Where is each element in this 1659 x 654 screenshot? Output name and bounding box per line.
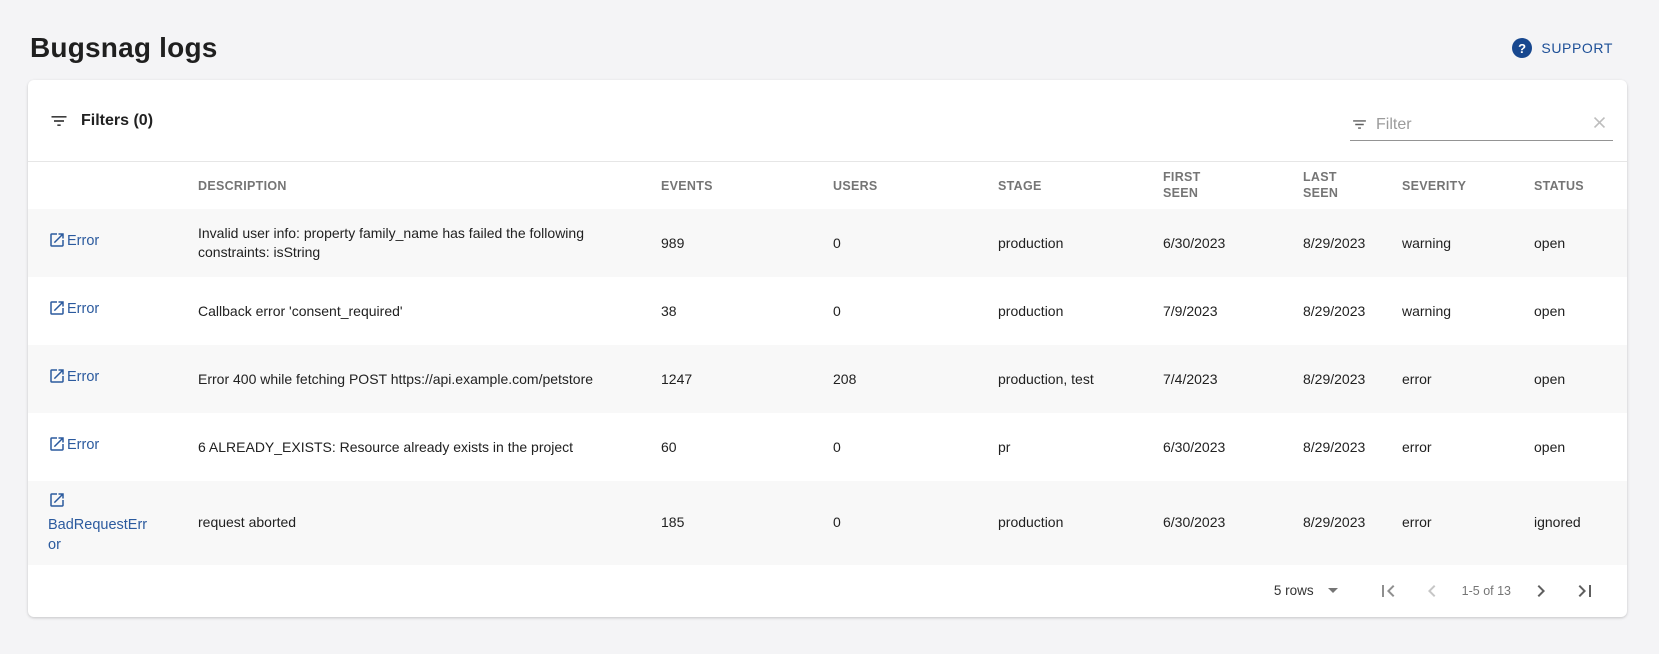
table-row: Error Error 400 while fetching POST http… — [28, 345, 1627, 413]
next-page-button[interactable] — [1519, 569, 1563, 613]
filter-list-icon — [49, 111, 69, 131]
errors-table: DESCRIPTION EVENTS USERS STAGE FIRST SEE… — [28, 162, 1627, 565]
column-header-last-seen: LAST SEEN — [1303, 162, 1402, 209]
filters-toggle[interactable]: Filters (0) — [49, 111, 153, 131]
first-page-button[interactable] — [1366, 569, 1410, 613]
previous-page-button[interactable] — [1410, 569, 1454, 613]
chevron-left-icon — [1420, 579, 1444, 603]
severity-cell: error — [1402, 413, 1534, 481]
stage-cell: pr — [998, 413, 1163, 481]
events-cell: 60 — [661, 413, 833, 481]
first-page-icon — [1376, 579, 1400, 603]
status-cell: ignored — [1534, 481, 1627, 565]
last-seen-cell: 8/29/2023 — [1303, 277, 1402, 345]
bugsnag-logs-page: Bugsnag logs ? SUPPORT Filters (0) — [0, 0, 1659, 654]
status-cell: open — [1534, 413, 1627, 481]
pagination-range: 1-5 of 13 — [1462, 584, 1511, 598]
external-link-icon — [48, 231, 66, 255]
first-seen-cell: 6/30/2023 — [1163, 481, 1303, 565]
last-seen-cell: 8/29/2023 — [1303, 209, 1402, 277]
severity-cell: warning — [1402, 209, 1534, 277]
page-title: Bugsnag logs — [30, 32, 218, 64]
last-seen-cell: 8/29/2023 — [1303, 413, 1402, 481]
help-icon: ? — [1512, 38, 1532, 58]
error-name: Error — [67, 437, 99, 453]
table-footer: 5 rows 1-5 of 13 — [28, 565, 1627, 617]
filter-field — [1350, 101, 1613, 141]
table-header: DESCRIPTION EVENTS USERS STAGE FIRST SEE… — [28, 162, 1627, 209]
description-cell: Invalid user info: property family_name … — [198, 209, 661, 277]
table-row: BadRequestError request aborted 185 0 pr… — [28, 481, 1627, 565]
column-header-name — [28, 162, 198, 209]
stage-cell: production — [998, 481, 1163, 565]
users-cell: 0 — [833, 209, 998, 277]
support-label: SUPPORT — [1541, 40, 1613, 56]
stage-cell: production — [998, 209, 1163, 277]
rows-per-page-select[interactable]: 5 rows — [1274, 583, 1338, 598]
column-header-stage: STAGE — [998, 162, 1163, 209]
chevron-right-icon — [1529, 579, 1553, 603]
users-cell: 0 — [833, 413, 998, 481]
column-header-first-seen: FIRST SEEN — [1163, 162, 1303, 209]
status-cell: open — [1534, 345, 1627, 413]
error-name: Error — [67, 301, 99, 317]
error-link[interactable]: Error — [48, 233, 99, 249]
column-header-events: EVENTS — [661, 162, 833, 209]
description-cell: 6 ALREADY_EXISTS: Resource already exist… — [198, 413, 661, 481]
column-header-description: DESCRIPTION — [198, 162, 661, 209]
first-seen-cell: 6/30/2023 — [1163, 413, 1303, 481]
support-link[interactable]: ? SUPPORT — [1512, 38, 1613, 58]
events-cell: 185 — [661, 481, 833, 565]
external-link-icon — [48, 367, 66, 391]
chevron-down-icon — [1328, 588, 1338, 593]
last-seen-cell: 8/29/2023 — [1303, 345, 1402, 413]
error-name: Error — [67, 369, 99, 385]
top-bar: Bugsnag logs ? SUPPORT — [0, 0, 1659, 72]
users-cell: 0 — [833, 481, 998, 565]
filters-label: Filters (0) — [81, 112, 153, 130]
description-cell: request aborted — [198, 481, 661, 565]
error-name: Error — [67, 233, 99, 249]
last-page-icon — [1573, 579, 1597, 603]
external-link-icon — [48, 435, 66, 459]
column-header-status: STATUS — [1534, 162, 1627, 209]
stage-cell: production — [998, 277, 1163, 345]
clear-filter-icon[interactable] — [1588, 111, 1611, 134]
first-seen-cell: 6/30/2023 — [1163, 209, 1303, 277]
stage-cell: production, test — [998, 345, 1163, 413]
error-link[interactable]: BadRequestError — [48, 493, 147, 553]
table-row: Error Callback error 'consent_required' … — [28, 277, 1627, 345]
description-cell: Callback error 'consent_required' — [198, 277, 661, 345]
description-cell: Error 400 while fetching POST https://ap… — [198, 345, 661, 413]
rows-per-page-label: 5 rows — [1274, 583, 1314, 598]
error-link[interactable]: Error — [48, 301, 99, 317]
status-cell: open — [1534, 209, 1627, 277]
events-cell: 1247 — [661, 345, 833, 413]
table-row: Error Invalid user info: property family… — [28, 209, 1627, 277]
events-cell: 989 — [661, 209, 833, 277]
filter-input[interactable] — [1376, 116, 1546, 136]
column-header-users: USERS — [833, 162, 998, 209]
users-cell: 0 — [833, 277, 998, 345]
severity-cell: error — [1402, 345, 1534, 413]
external-link-icon — [48, 491, 66, 515]
last-page-button[interactable] — [1563, 569, 1607, 613]
error-link[interactable]: Error — [48, 369, 99, 385]
severity-cell: error — [1402, 481, 1534, 565]
logs-card: Filters (0) DESCRIPTION — [28, 80, 1627, 617]
first-seen-cell: 7/9/2023 — [1163, 277, 1303, 345]
external-link-icon — [48, 299, 66, 323]
last-seen-cell: 8/29/2023 — [1303, 481, 1402, 565]
users-cell: 208 — [833, 345, 998, 413]
severity-cell: warning — [1402, 277, 1534, 345]
status-cell: open — [1534, 277, 1627, 345]
table-row: Error 6 ALREADY_EXISTS: Resource already… — [28, 413, 1627, 481]
error-link[interactable]: Error — [48, 437, 99, 453]
column-header-severity: SEVERITY — [1402, 162, 1534, 209]
events-cell: 38 — [661, 277, 833, 345]
error-name: BadRequestError — [48, 517, 147, 553]
first-seen-cell: 7/4/2023 — [1163, 345, 1303, 413]
filters-bar: Filters (0) — [28, 80, 1627, 162]
filter-input-icon — [1351, 116, 1368, 133]
